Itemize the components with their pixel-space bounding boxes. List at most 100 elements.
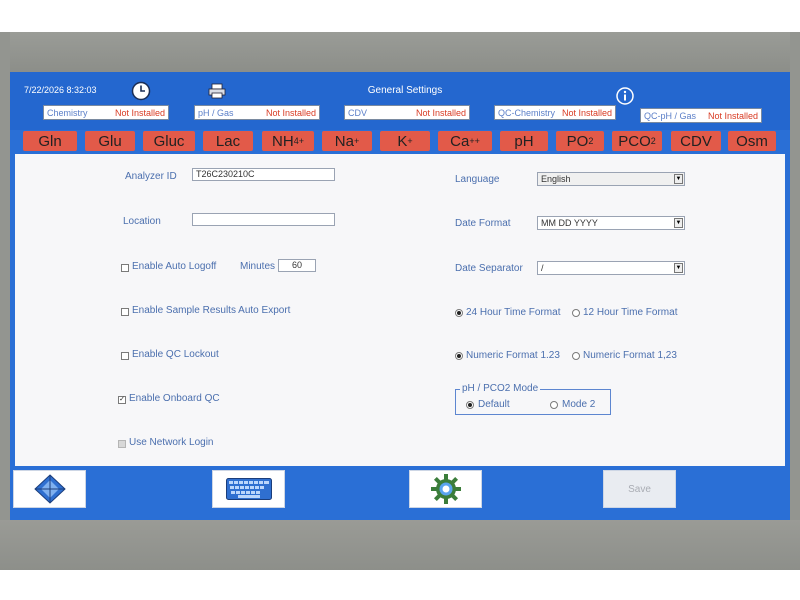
analyzer-id-field[interactable]: T26C230210C xyxy=(192,168,335,181)
device-bezel-bottom xyxy=(0,520,800,570)
status-chemistry: Chemistry Not Installed xyxy=(43,105,169,120)
language-select[interactable]: English ▼ xyxy=(537,172,685,186)
keyboard-button[interactable] xyxy=(212,470,285,508)
numeric-dot-radio[interactable] xyxy=(455,352,463,360)
status-qc-chemistry: QC-Chemistry Not Installed xyxy=(494,105,616,120)
mode-default-radio[interactable] xyxy=(466,401,474,409)
onboard-qc-label: Enable Onboard QC xyxy=(129,393,220,404)
status-value: Not Installed xyxy=(114,107,165,118)
status-cdv: CDV Not Installed xyxy=(344,105,470,120)
date-separator-select[interactable]: / ▼ xyxy=(537,261,685,275)
gear-icon xyxy=(430,474,461,504)
onboard-qc-checkbox[interactable]: ✓ xyxy=(118,396,126,404)
time-24-radio[interactable] xyxy=(455,309,463,317)
minutes-label: Minutes xyxy=(240,261,276,272)
parameter-chip[interactable]: pH xyxy=(500,131,548,151)
minutes-field[interactable]: 60 xyxy=(278,259,316,272)
numeric-dot-label: Numeric Format 1.23 xyxy=(466,350,560,361)
location-label: Location xyxy=(123,216,161,227)
chevron-down-icon: ▼ xyxy=(674,174,683,184)
auto-export-checkbox[interactable] xyxy=(121,308,129,316)
chevron-down-icon: ▼ xyxy=(674,263,683,273)
mode-2-radio[interactable] xyxy=(550,401,558,409)
qc-lockout-label: Enable QC Lockout xyxy=(132,349,219,360)
navigation-button[interactable] xyxy=(13,470,86,508)
status-value: Not Installed xyxy=(265,107,316,118)
parameter-name: Ca xyxy=(450,132,470,150)
parameter-chip[interactable]: Lac xyxy=(203,131,253,151)
auto-export-label: Enable Sample Results Auto Export xyxy=(132,305,291,316)
parameter-name: CDV xyxy=(680,132,712,150)
parameter-name: PCO xyxy=(618,132,651,150)
date-format-label: Date Format xyxy=(455,218,511,229)
parameter-chip[interactable]: Glu xyxy=(85,131,135,151)
parameter-chip[interactable]: K + xyxy=(380,131,430,151)
qc-lockout-checkbox[interactable] xyxy=(121,352,129,360)
numeric-comma-radio[interactable] xyxy=(572,352,580,360)
mode-2-label: Mode 2 xyxy=(562,399,596,410)
parameter-name: pH xyxy=(514,132,534,150)
parameter-chip[interactable]: Gluc xyxy=(143,131,195,151)
parameter-chip[interactable]: PCO 2 xyxy=(612,131,662,151)
parameter-chip[interactable]: Osm xyxy=(728,131,776,151)
parameter-chip[interactable]: NH 4 + xyxy=(262,131,314,151)
printer-icon[interactable] xyxy=(207,82,227,100)
analyzer-screen: 7/22/2026 8:32:03 General Settings Chemi… xyxy=(10,72,790,520)
location-field[interactable] xyxy=(192,213,335,226)
parameter-chip-row: Gln Glu Gluc Lac NH 4 + Na + K + Ca ++ pH PO 2 PCO 2 CDV Os… xyxy=(10,130,790,152)
footer-bar: Save xyxy=(10,466,790,520)
parameter-name: Na xyxy=(334,132,354,150)
mode-default-label: Default xyxy=(478,399,510,410)
settings-panel: Analyzer ID T26C230210C Location Enable … xyxy=(15,154,785,466)
save-button[interactable]: Save xyxy=(603,470,676,508)
status-value: Not Installed xyxy=(561,107,612,118)
ph-pco2-mode-group: pH / PCO2 Mode Default Mode 2 xyxy=(455,383,611,415)
auto-logoff-checkbox[interactable] xyxy=(121,264,129,272)
parameter-name: Gln xyxy=(38,132,62,150)
time-12-label: 12 Hour Time Format xyxy=(583,307,678,318)
parameter-subscript: 2 xyxy=(650,136,656,146)
date-format-value: MM DD YYYY xyxy=(541,218,598,228)
numeric-comma-label: Numeric Format 1,23 xyxy=(583,350,677,361)
parameter-name: PO xyxy=(566,132,589,150)
parameter-chip[interactable]: Na + xyxy=(322,131,372,151)
parameter-chip[interactable]: Gln xyxy=(23,131,77,151)
parameter-name: Osm xyxy=(736,132,768,150)
device-bezel-left xyxy=(0,32,10,570)
status-ph-gas: pH / Gas Not Installed xyxy=(194,105,320,120)
parameter-name: Lac xyxy=(215,132,241,150)
status-name: QC-pH / Gas xyxy=(644,110,697,121)
datetime-display: 7/22/2026 8:32:03 xyxy=(24,85,97,95)
parameter-superscript: ++ xyxy=(469,136,480,146)
keyboard-icon xyxy=(225,478,272,500)
device-bezel-right xyxy=(790,32,800,570)
status-value: Not Installed xyxy=(415,107,466,118)
parameter-name: K xyxy=(397,132,408,150)
parameter-chip[interactable]: Ca ++ xyxy=(438,131,492,151)
status-name: pH / Gas xyxy=(198,107,234,118)
auto-logoff-label: Enable Auto Logoff xyxy=(132,261,217,272)
parameter-name: Gluc xyxy=(153,132,185,150)
status-value: Not Installed xyxy=(707,110,758,121)
settings-button[interactable] xyxy=(409,470,482,508)
header-bar: 7/22/2026 8:32:03 General Settings Chemi… xyxy=(10,72,790,130)
date-separator-label: Date Separator xyxy=(455,263,523,274)
parameter-name: NH xyxy=(272,132,294,150)
time-12-radio[interactable] xyxy=(572,309,580,317)
date-format-select[interactable]: MM DD YYYY ▼ xyxy=(537,216,685,230)
parameter-subscript: 2 xyxy=(588,136,594,146)
status-name: CDV xyxy=(348,107,368,118)
analyzer-id-label: Analyzer ID xyxy=(125,171,177,182)
network-login-checkbox[interactable] xyxy=(118,440,126,448)
clock-icon[interactable] xyxy=(130,80,152,102)
date-separator-value: / xyxy=(541,263,544,273)
language-value: English xyxy=(541,174,571,184)
chevron-down-icon: ▼ xyxy=(674,218,683,228)
info-icon[interactable] xyxy=(615,86,635,106)
status-name: QC-Chemistry xyxy=(498,107,556,118)
parameter-superscript: + xyxy=(407,136,413,146)
parameter-chip[interactable]: PO 2 xyxy=(556,131,604,151)
network-login-label: Use Network Login xyxy=(129,437,214,448)
parameter-chip[interactable]: CDV xyxy=(671,131,721,151)
status-name: Chemistry xyxy=(47,107,88,118)
